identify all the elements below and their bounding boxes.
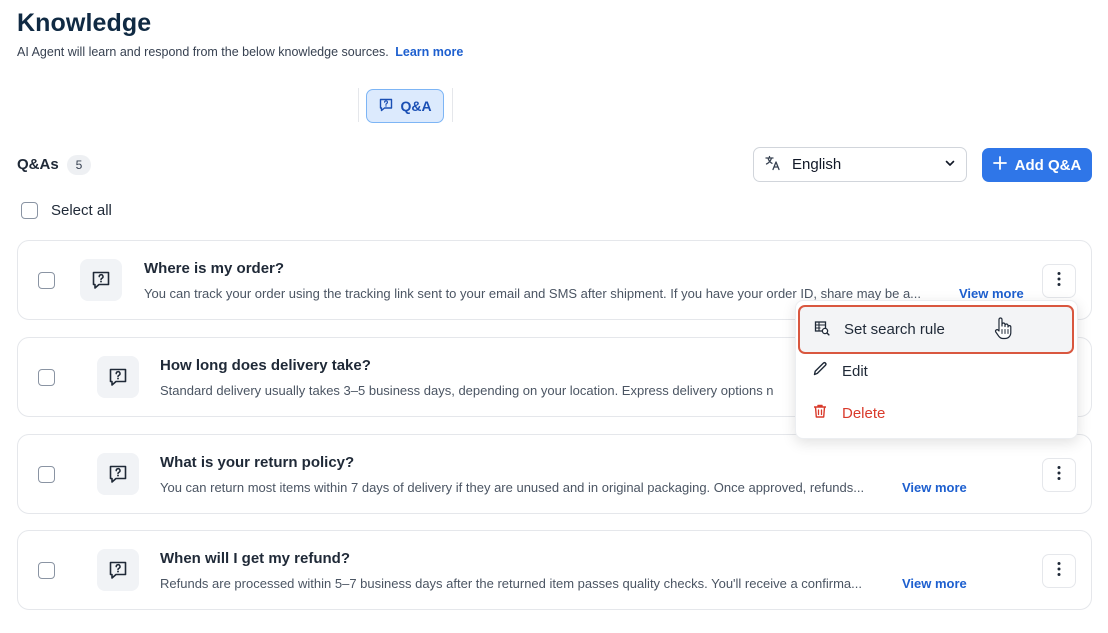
select-all-checkbox[interactable] bbox=[21, 202, 38, 219]
qa-description: You can return most items within 7 days … bbox=[160, 480, 865, 495]
kebab-menu-icon bbox=[1057, 465, 1061, 486]
hand-cursor-icon bbox=[993, 316, 1013, 345]
chevron-down-icon bbox=[944, 156, 956, 173]
qa-title: What is your return policy? bbox=[160, 454, 355, 471]
qa-card[interactable]: When will I get my refund? Refunds are p… bbox=[17, 530, 1092, 610]
qa-description: Refunds are processed within 5–7 busines… bbox=[160, 576, 862, 591]
page-subtitle: AI Agent will learn and respond from the… bbox=[17, 45, 463, 59]
context-menu: Set search rule Edit Delete bbox=[795, 300, 1078, 439]
qas-count-badge: 5 bbox=[67, 155, 91, 175]
tab-qa[interactable]: Q&A bbox=[366, 89, 444, 123]
translate-icon bbox=[764, 154, 782, 176]
qa-icon bbox=[378, 97, 394, 116]
qa-checkbox[interactable] bbox=[38, 562, 55, 579]
qas-heading: Q&As bbox=[17, 156, 59, 173]
kebab-menu-icon bbox=[1057, 561, 1061, 582]
tab-qa-label: Q&A bbox=[400, 98, 432, 114]
qa-title: How long does delivery take? bbox=[160, 357, 371, 374]
add-qa-label: Add Q&A bbox=[1014, 156, 1082, 174]
more-options-button[interactable] bbox=[1042, 554, 1076, 588]
menu-item-edit[interactable]: Edit bbox=[796, 351, 1077, 391]
tab-divider bbox=[358, 88, 359, 122]
menu-item-set-search-rule[interactable]: Set search rule bbox=[798, 305, 1074, 354]
menu-item-delete[interactable]: Delete bbox=[796, 393, 1077, 433]
add-qa-button[interactable]: Add Q&A bbox=[982, 148, 1092, 182]
kebab-menu-icon bbox=[1057, 271, 1061, 292]
select-all[interactable]: Select all bbox=[21, 202, 112, 219]
trash-icon bbox=[812, 403, 828, 423]
pencil-icon bbox=[812, 361, 828, 381]
learn-more-link[interactable]: Learn more bbox=[395, 45, 463, 59]
page-title: Knowledge bbox=[17, 9, 152, 37]
qa-card[interactable]: What is your return policy? You can retu… bbox=[17, 434, 1092, 514]
subtitle-text: AI Agent will learn and respond from the… bbox=[17, 45, 389, 59]
menu-item-label: Delete bbox=[842, 404, 886, 422]
more-options-button[interactable] bbox=[1042, 264, 1076, 298]
qa-icon bbox=[97, 453, 139, 495]
language-select[interactable]: English bbox=[753, 147, 967, 182]
qa-checkbox[interactable] bbox=[38, 369, 55, 386]
menu-item-label: Edit bbox=[842, 362, 868, 380]
qa-checkbox[interactable] bbox=[38, 272, 55, 289]
view-more-link[interactable]: View more bbox=[902, 576, 967, 591]
qa-description: You can track your order using the track… bbox=[144, 286, 922, 301]
qa-icon bbox=[97, 549, 139, 591]
qa-checkbox[interactable] bbox=[38, 466, 55, 483]
select-all-label: Select all bbox=[51, 202, 112, 219]
tab-divider bbox=[452, 88, 453, 122]
view-more-link[interactable]: View more bbox=[902, 480, 967, 495]
menu-item-label: Set search rule bbox=[844, 321, 945, 338]
qa-description: Standard delivery usually takes 3–5 busi… bbox=[160, 383, 774, 398]
search-rule-icon bbox=[814, 320, 830, 340]
plus-icon bbox=[992, 156, 1007, 174]
more-options-button[interactable] bbox=[1042, 458, 1076, 492]
qa-title: Where is my order? bbox=[144, 260, 285, 277]
qa-icon bbox=[97, 356, 139, 398]
qa-icon bbox=[80, 259, 122, 301]
qa-title: When will I get my refund? bbox=[160, 550, 351, 567]
view-more-link[interactable]: View more bbox=[959, 286, 1024, 301]
language-value: English bbox=[792, 156, 842, 173]
